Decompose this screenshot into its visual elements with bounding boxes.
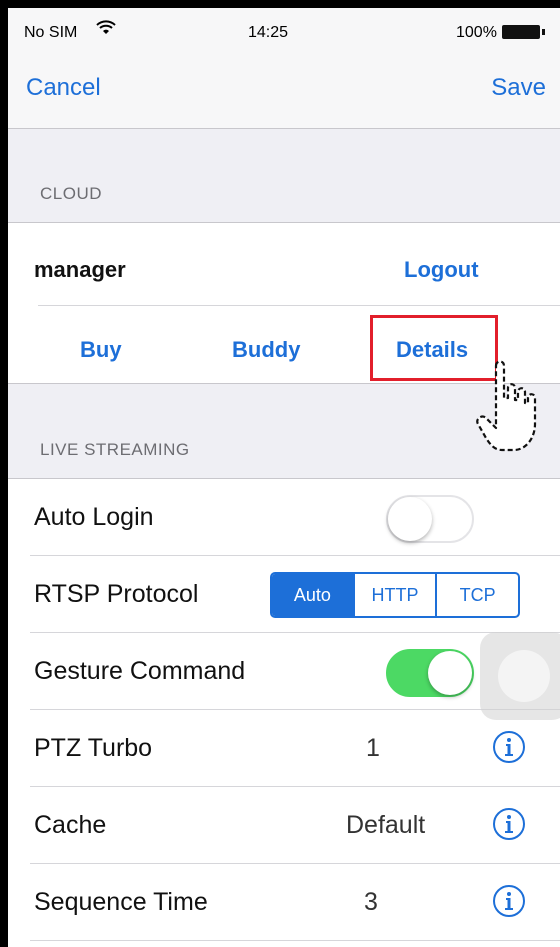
gesture-command-label: Gesture Command	[34, 657, 246, 685]
nav-bar: Cancel Save	[8, 50, 560, 129]
clock: 14:25	[248, 24, 289, 41]
wifi-icon	[96, 20, 116, 41]
gesture-command-row: Gesture Command	[8, 633, 560, 710]
cancel-button[interactable]: Cancel	[26, 74, 101, 102]
divider	[38, 305, 560, 306]
rtsp-protocol-segmented-control: Auto HTTP TCP	[270, 572, 520, 618]
save-button[interactable]: Save	[491, 74, 546, 102]
assistive-touch-button[interactable]	[480, 632, 560, 720]
logout-button[interactable]: Logout	[404, 257, 479, 283]
sequence-time-label: Sequence Time	[34, 888, 208, 916]
cloud-username: manager	[34, 257, 126, 282]
auto-login-toggle[interactable]	[386, 495, 474, 543]
ptz-turbo-label: PTZ Turbo	[34, 734, 153, 762]
segment-tcp[interactable]: TCP	[435, 574, 518, 616]
info-icon[interactable]	[492, 807, 526, 841]
info-icon[interactable]	[492, 884, 526, 918]
hand-pointer-icon	[474, 358, 544, 458]
rtsp-protocol-row: RTSP Protocol Auto HTTP TCP	[8, 556, 560, 633]
buy-button[interactable]: Buy	[80, 337, 122, 363]
battery-icon	[502, 25, 545, 39]
cache-label: Cache	[34, 811, 107, 839]
segment-auto[interactable]: Auto	[272, 574, 353, 616]
info-icon[interactable]	[492, 730, 526, 764]
segment-http[interactable]: HTTP	[352, 574, 436, 616]
carrier-label: No SIM	[24, 24, 78, 41]
section-header-live-streaming: LIVE STREAMING	[40, 440, 190, 459]
divider	[30, 940, 560, 941]
gesture-command-toggle[interactable]	[386, 649, 474, 697]
auto-login-row: Auto Login	[8, 479, 560, 556]
toggle-knob	[388, 497, 432, 541]
toggle-knob	[428, 651, 472, 695]
buddy-button[interactable]: Buddy	[232, 337, 300, 363]
live-streaming-list: Auto Login RTSP Protocol Auto HTTP TCP G…	[8, 478, 560, 947]
rtsp-protocol-label: RTSP Protocol	[34, 580, 199, 608]
status-bar: No SIM 14:25 100%	[8, 8, 560, 50]
sequence-time-value: 3	[364, 888, 378, 916]
ptz-turbo-row: PTZ Turbo 1	[8, 710, 560, 787]
cache-row: Cache Default	[8, 787, 560, 864]
auto-login-label: Auto Login	[34, 503, 154, 531]
cache-value: Default	[346, 811, 426, 839]
section-header-cloud: CLOUD	[40, 184, 103, 203]
ptz-turbo-value: 1	[366, 734, 380, 762]
app-screen: No SIM 14:25 100% Cancel Save CLOUD mana…	[8, 8, 560, 947]
battery-percent: 100%	[456, 24, 497, 41]
sequence-time-row: Sequence Time 3	[8, 864, 560, 941]
